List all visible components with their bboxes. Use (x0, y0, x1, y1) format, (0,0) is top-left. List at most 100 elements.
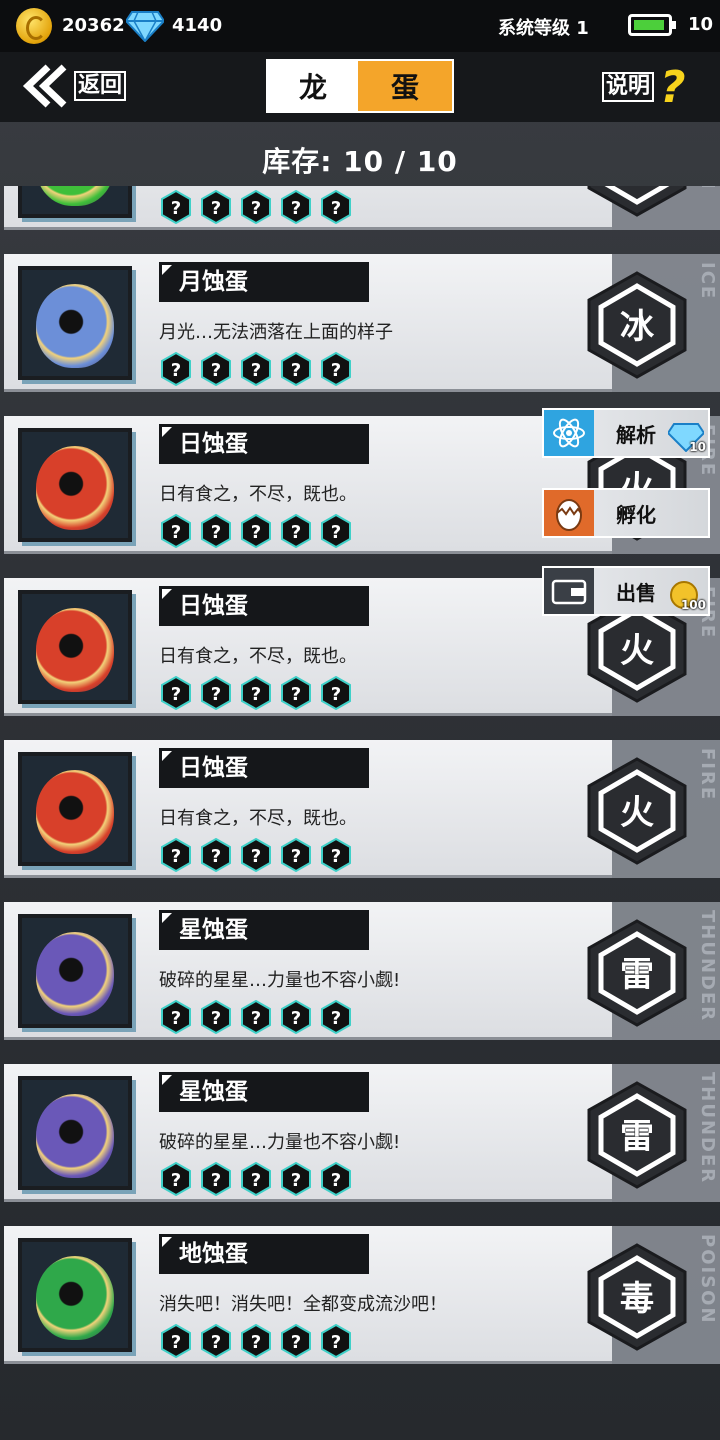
help-label: 说明 (602, 72, 655, 102)
star-glyph: ? (251, 846, 261, 867)
unknown-star-icon: ? (241, 676, 271, 710)
element-label: 毒 (620, 1279, 654, 1319)
unknown-star-icon: ? (161, 838, 191, 872)
egg-image (36, 186, 114, 206)
egg-card[interactable]: 地蚀蛋 消失吧！消失吧！全都变成流沙吧！ ? ? ? ? ? 毒 POISON (4, 1226, 720, 1364)
unknown-star-icon: ? (321, 1162, 351, 1196)
egg-description: 日有食之，不尽，既也。 (159, 808, 357, 829)
unknown-star-icon: ? (281, 1162, 311, 1196)
egg-name: 星蚀蛋 (159, 1072, 369, 1112)
star-glyph: ? (171, 360, 181, 381)
egg-description: 消失吧！消失吧！全都变成流沙吧！ (159, 1294, 447, 1315)
star-glyph: ? (251, 1170, 261, 1191)
unknown-star-icon: ? (321, 838, 351, 872)
star-glyph: ? (211, 360, 221, 381)
element-name: THUNDER (697, 1072, 718, 1185)
egg-stars: ? ? ? ? ? (160, 514, 352, 548)
element-hex-icon: 雷 (587, 1081, 687, 1189)
egg-image (36, 1094, 114, 1178)
element-label: 火 (620, 631, 654, 671)
egg-description: 破碎的星星…力量也不容小觑! (159, 1132, 401, 1153)
star-glyph: ? (291, 1008, 301, 1029)
hatch-label: 孵化 (616, 502, 656, 527)
egg-description: 日有食之，不尽，既也。 (159, 646, 357, 667)
unknown-star-icon: ? (201, 838, 231, 872)
unknown-star-icon: ? (201, 514, 231, 548)
unknown-star-icon: ? (281, 1000, 311, 1034)
element-label: 火 (620, 793, 654, 833)
unknown-star-icon: ? (161, 1000, 191, 1034)
egg-card[interactable]: 月蚀蛋 月光…无法洒落在上面的样子 ? ? ? ? ? 冰 ICE (4, 254, 720, 392)
unknown-star-icon: ? (201, 190, 231, 224)
egg-image (36, 932, 114, 1016)
title-right: 蛋 (358, 61, 452, 111)
help-button[interactable]: 说明 ? (602, 61, 702, 113)
unknown-star-icon: ? (161, 190, 191, 224)
star-glyph: ? (251, 360, 261, 381)
star-glyph: ? (331, 684, 341, 705)
unknown-star-icon: ? (321, 1000, 351, 1034)
egg-portrait (18, 1076, 132, 1190)
back-button[interactable]: 返回 (20, 60, 130, 112)
egg-description: 破碎的星星…力量也不容小觑! (159, 970, 401, 991)
egg-portrait (18, 186, 132, 218)
unknown-star-icon: ? (161, 676, 191, 710)
egg-name: 日蚀蛋 (159, 586, 369, 626)
unknown-star-icon: ? (161, 352, 191, 386)
question-icon: ? (660, 61, 686, 113)
egg-stars: ? ? ? ? ? (160, 190, 352, 224)
star-glyph: ? (291, 684, 301, 705)
coin-icon (16, 8, 52, 44)
egg-portrait (18, 590, 132, 704)
unknown-star-icon: ? (281, 1324, 311, 1358)
unknown-star-icon: ? (241, 190, 271, 224)
unknown-star-icon: ? (281, 352, 311, 386)
back-arrow-icon (22, 64, 67, 108)
star-glyph: ? (171, 846, 181, 867)
atom-icon (544, 410, 594, 456)
dragon-egg-screen: 20362 4140 系统等级 1 10 返回 龙 蛋 说明 ? 库存: 10 … (0, 0, 720, 1440)
hatch-button[interactable]: 孵化 (542, 488, 710, 538)
star-glyph: ? (291, 846, 301, 867)
egg-card[interactable]: 星蚀蛋 破碎的星星…力量也不容小觑! ? ? ? ? ? 雷 THUNDER (4, 902, 720, 1040)
star-glyph: ? (291, 522, 301, 543)
egg-name: 月蚀蛋 (159, 262, 369, 302)
egg-portrait (18, 1238, 132, 1352)
analyze-button[interactable]: 解析 10 (542, 408, 710, 458)
star-glyph: ? (211, 1170, 221, 1191)
star-glyph: ? (291, 1332, 301, 1353)
analyze-cost: 10 (689, 440, 706, 454)
star-glyph: ? (251, 684, 261, 705)
star-glyph: ? (211, 1008, 221, 1029)
egg-card[interactable]: 星蚀蛋 破碎的星星…力量也不容小觑! ? ? ? ? ? 雷 THUNDER (4, 1064, 720, 1202)
wallet-icon (544, 568, 594, 614)
unknown-star-icon: ? (321, 514, 351, 548)
egg-stars: ? ? ? ? ? (160, 352, 352, 386)
star-glyph: ? (331, 1008, 341, 1029)
egg-portrait (18, 752, 132, 866)
star-glyph: ? (251, 198, 261, 219)
element-name: THUNDER (697, 910, 718, 1023)
unknown-star-icon: ? (321, 676, 351, 710)
star-glyph: ? (251, 1008, 261, 1029)
star-glyph: ? (171, 522, 181, 543)
system-level: 系统等级 1 (498, 18, 589, 39)
egg-card[interactable]: 日蚀蛋 日有食之，不尽，既也。 ? ? ? ? ? 火 FIRE (4, 740, 720, 878)
unknown-star-icon: ? (161, 514, 191, 548)
egg-image (36, 770, 114, 854)
star-glyph: ? (171, 1008, 181, 1029)
element-name: POISON (697, 1234, 718, 1325)
unknown-star-icon: ? (281, 838, 311, 872)
egg-description: 月光…无法洒落在上面的样子 (159, 322, 393, 343)
sell-button[interactable]: 出售 100 (542, 566, 710, 616)
unknown-star-icon: ? (161, 1162, 191, 1196)
element-name: POISON (692, 186, 718, 222)
unknown-star-icon: ? (241, 838, 271, 872)
egg-image (36, 608, 114, 692)
egg-portrait (18, 266, 132, 380)
star-glyph: ? (331, 846, 341, 867)
unknown-star-icon: ? (321, 1324, 351, 1358)
egg-list[interactable]: 是时候展现我真正的力量了… ? ? ? ? ? 毒 POISON 月蚀蛋 月光…… (0, 186, 720, 1440)
element-label: 雷 (620, 955, 654, 995)
egg-card[interactable]: 是时候展现我真正的力量了… ? ? ? ? ? 毒 POISON (4, 186, 720, 230)
